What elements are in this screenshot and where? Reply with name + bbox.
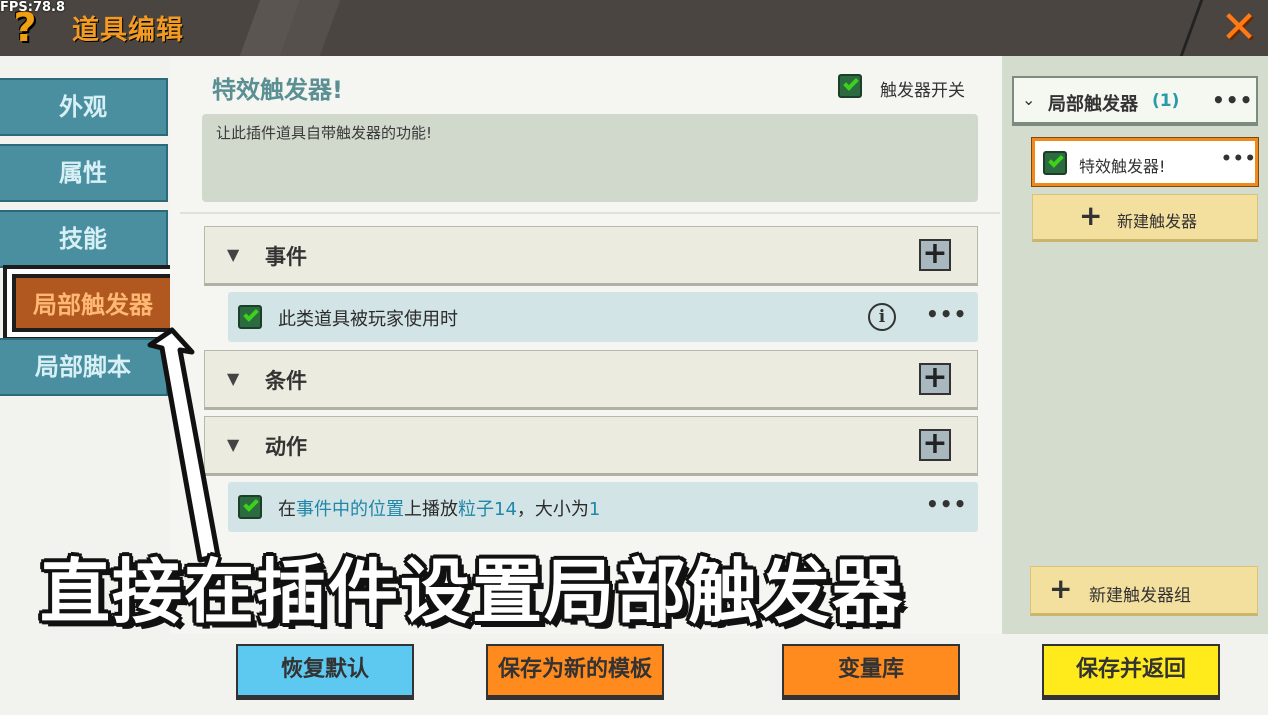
action-row-text: 在事件中的位置上播放粒子14，大小为1: [278, 495, 600, 521]
check-icon: [1048, 152, 1064, 168]
close-icon[interactable]: ✕: [1214, 4, 1264, 52]
action-section-label: 动作: [265, 435, 307, 459]
restore-default-button[interactable]: 恢复默认: [236, 644, 414, 700]
check-icon: [843, 75, 859, 91]
tab-attributes[interactable]: 属性: [0, 144, 168, 202]
chevron-down-icon: ⌄: [1022, 90, 1036, 109]
variable-library-button[interactable]: 变量库: [782, 644, 960, 700]
check-icon: [243, 306, 259, 322]
check-icon: [243, 496, 259, 512]
add-event-button[interactable]: +: [919, 239, 951, 271]
action-size-param[interactable]: 1: [589, 499, 600, 520]
trigger-list-item[interactable]: 特效触发器! •••: [1032, 138, 1258, 186]
more-options-icon[interactable]: •••: [1221, 149, 1257, 169]
more-options-icon[interactable]: •••: [926, 302, 967, 326]
fps-counter: FPS:78.8: [0, 0, 66, 15]
more-options-icon[interactable]: •••: [926, 492, 967, 516]
more-options-icon[interactable]: •••: [1212, 88, 1253, 112]
trigger-group-name: 局部触发器: [1048, 94, 1138, 115]
trigger-item-checkbox[interactable]: [1043, 151, 1067, 175]
new-trigger-button[interactable]: + 新建触发器: [1032, 194, 1258, 242]
action-text-mid: 上播放: [404, 499, 458, 520]
header-divider: [1179, 0, 1204, 56]
event-row-checkbox[interactable]: [238, 305, 262, 329]
info-icon[interactable]: i: [868, 303, 896, 331]
event-row-text: 此类道具被玩家使用时: [278, 309, 458, 330]
condition-section-label: 条件: [265, 369, 307, 393]
add-action-button[interactable]: +: [919, 429, 951, 461]
new-trigger-group-label: 新建触发器组: [1089, 586, 1191, 606]
tab-local-scripts[interactable]: 局部脚本: [0, 338, 168, 396]
trigger-group-header[interactable]: ⌄ 局部触发器 (1) •••: [1012, 76, 1258, 126]
condition-section-header[interactable]: ▼ 条件 +: [204, 350, 978, 410]
action-section-header[interactable]: ▼ 动作 +: [204, 416, 978, 476]
collapse-triangle-icon: ▼: [227, 245, 240, 264]
event-section-label: 事件: [265, 245, 307, 269]
trigger-description[interactable]: 让此插件道具自带触发器的功能!: [202, 114, 978, 202]
tab-appearance[interactable]: 外观: [0, 78, 168, 136]
action-text-prefix: 在: [278, 499, 296, 520]
trigger-title: 特效触发器!: [212, 76, 343, 104]
save-template-button[interactable]: 保存为新的模板: [486, 644, 664, 700]
action-text-sep: ，大小为: [516, 499, 589, 520]
trigger-group-count: (1): [1152, 91, 1180, 111]
trigger-item-name: 特效触发器!: [1079, 157, 1166, 176]
event-row[interactable]: 此类道具被玩家使用时 i •••: [228, 292, 978, 342]
plus-icon: +: [1079, 199, 1103, 232]
trigger-switch-checkbox[interactable]: [838, 74, 862, 98]
action-particle-param[interactable]: 粒子14: [458, 499, 517, 520]
trigger-switch-label: 触发器开关: [880, 81, 965, 101]
add-condition-button[interactable]: +: [919, 363, 951, 395]
action-position-param[interactable]: 事件中的位置: [296, 499, 404, 520]
plus-icon: +: [1049, 572, 1073, 605]
caption-overlay: 直接在插件设置局部触发器: [40, 551, 904, 633]
event-section-header[interactable]: ▼ 事件 +: [204, 226, 978, 286]
tab-skills[interactable]: 技能: [0, 210, 168, 268]
new-trigger-group-button[interactable]: + 新建触发器组: [1030, 566, 1258, 616]
tab-local-triggers[interactable]: 局部触发器: [12, 274, 174, 332]
page-title: 道具编辑: [72, 15, 184, 46]
action-row-checkbox[interactable]: [238, 495, 262, 519]
collapse-triangle-icon: ▼: [227, 369, 240, 388]
divider: [180, 212, 1000, 214]
top-bar: ? 道具编辑 ✕ FPS:78.8: [0, 0, 1268, 56]
trigger-list-panel: ⌄ 局部触发器 (1) ••• 特效触发器! ••• + 新建触发器: [1002, 56, 1268, 634]
save-return-button[interactable]: 保存并返回: [1042, 644, 1220, 700]
action-row[interactable]: 在事件中的位置上播放粒子14，大小为1 •••: [228, 482, 978, 532]
new-trigger-label: 新建触发器: [1117, 212, 1198, 231]
collapse-triangle-icon: ▼: [227, 435, 240, 454]
